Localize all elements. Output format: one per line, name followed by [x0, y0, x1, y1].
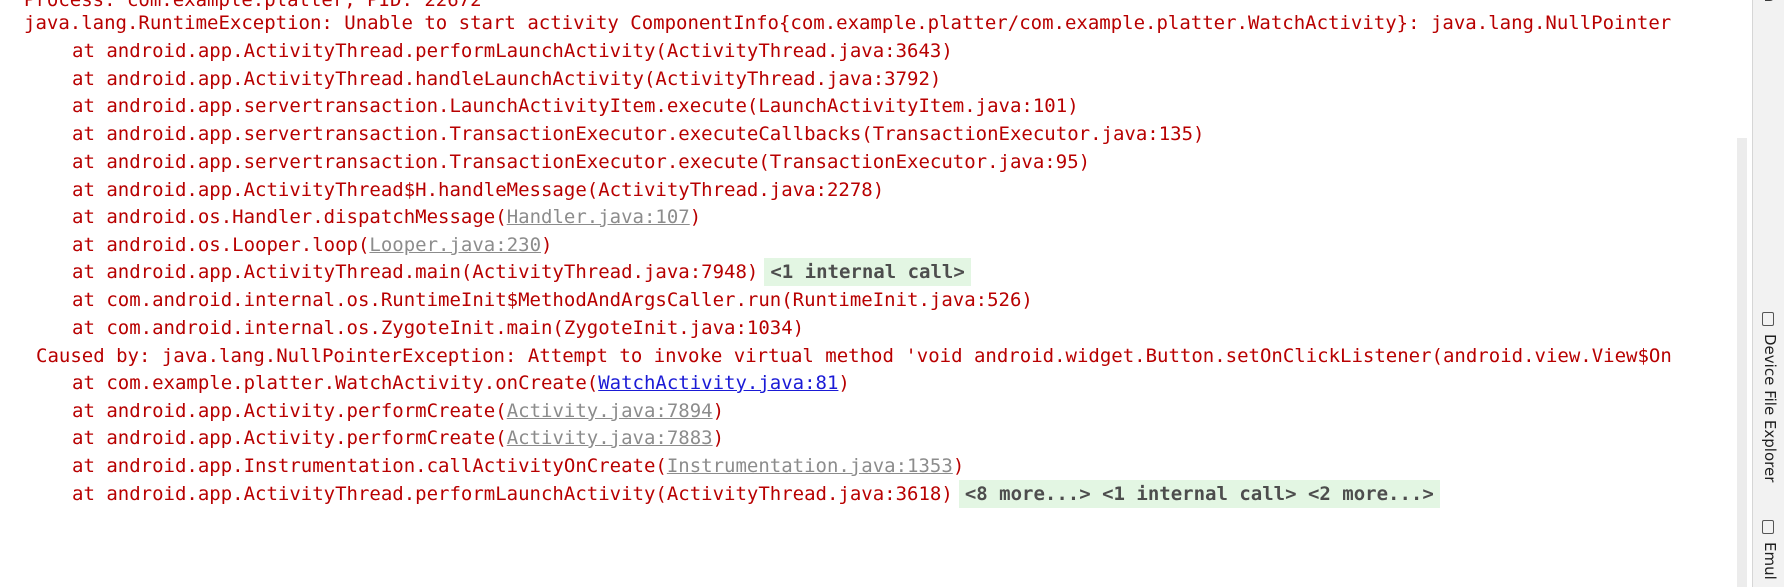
- tab-compilation-label: lation: [1761, 0, 1779, 2]
- folded-frames[interactable]: <8 more...> <1 internal call> <2 more...…: [958, 480, 1440, 508]
- stack-frame: at android.app.servertransaction.Transac…: [72, 151, 1091, 173]
- vertical-scrollbar[interactable]: [1737, 138, 1747, 587]
- source-link[interactable]: Activity.java:7894: [507, 400, 713, 422]
- stack-frame: at android.app.Activity.performCreate(Ac…: [72, 400, 725, 422]
- device-icon: [1762, 312, 1774, 326]
- stack-frame: at android.os.Looper.loop(Looper.java:23…: [72, 234, 553, 256]
- tab-device-file-explorer-label: Device File Explorer: [1761, 334, 1779, 483]
- exception-line: java.lang.RuntimeException: Unable to st…: [24, 12, 1672, 34]
- emulator-icon: [1762, 520, 1774, 534]
- stack-frame: at android.app.servertransaction.Transac…: [72, 123, 1205, 145]
- source-link[interactable]: Activity.java:7883: [507, 427, 713, 449]
- stack-frame: at com.android.internal.os.ZygoteInit.ma…: [72, 317, 805, 339]
- stack-frame: at android.os.Handler.dispatchMessage(Ha…: [72, 206, 702, 228]
- right-tool-window-bar: lation Device File Explorer Emul: [1752, 0, 1784, 587]
- source-link[interactable]: Handler.java:107: [507, 206, 690, 228]
- logcat-console[interactable]: Process: com.example.platter, PID: 22672…: [0, 0, 1752, 587]
- folded-frames[interactable]: <1 internal call>: [764, 258, 971, 286]
- stack-frame: at com.android.internal.os.RuntimeInit$M…: [72, 289, 1033, 311]
- stack-frame: at android.app.ActivityThread.main(Activ…: [72, 258, 971, 286]
- stack-frame: at android.app.ActivityThread.performLau…: [72, 40, 953, 62]
- stack-frame: at android.app.Instrumentation.callActiv…: [72, 455, 965, 477]
- stack-frame: at android.app.ActivityThread.handleLaun…: [72, 68, 942, 90]
- stack-frame: at android.app.ActivityThread$H.handleMe…: [72, 179, 885, 201]
- stack-frame: at android.app.ActivityThread.performLau…: [72, 480, 1440, 508]
- tab-emulator-label: Emul: [1761, 542, 1779, 580]
- source-link[interactable]: WatchActivity.java:81: [598, 372, 838, 394]
- stack-frame: at android.app.servertransaction.LaunchA…: [72, 95, 1079, 117]
- source-link[interactable]: Instrumentation.java:1353: [667, 455, 953, 477]
- stack-frame: at com.example.platter.WatchActivity.onC…: [72, 372, 850, 394]
- caused-by-line: Caused by: java.lang.NullPointerExceptio…: [36, 345, 1672, 367]
- stack-frame: at android.app.Activity.performCreate(Ac…: [72, 427, 725, 449]
- source-link[interactable]: Looper.java:230: [369, 234, 541, 256]
